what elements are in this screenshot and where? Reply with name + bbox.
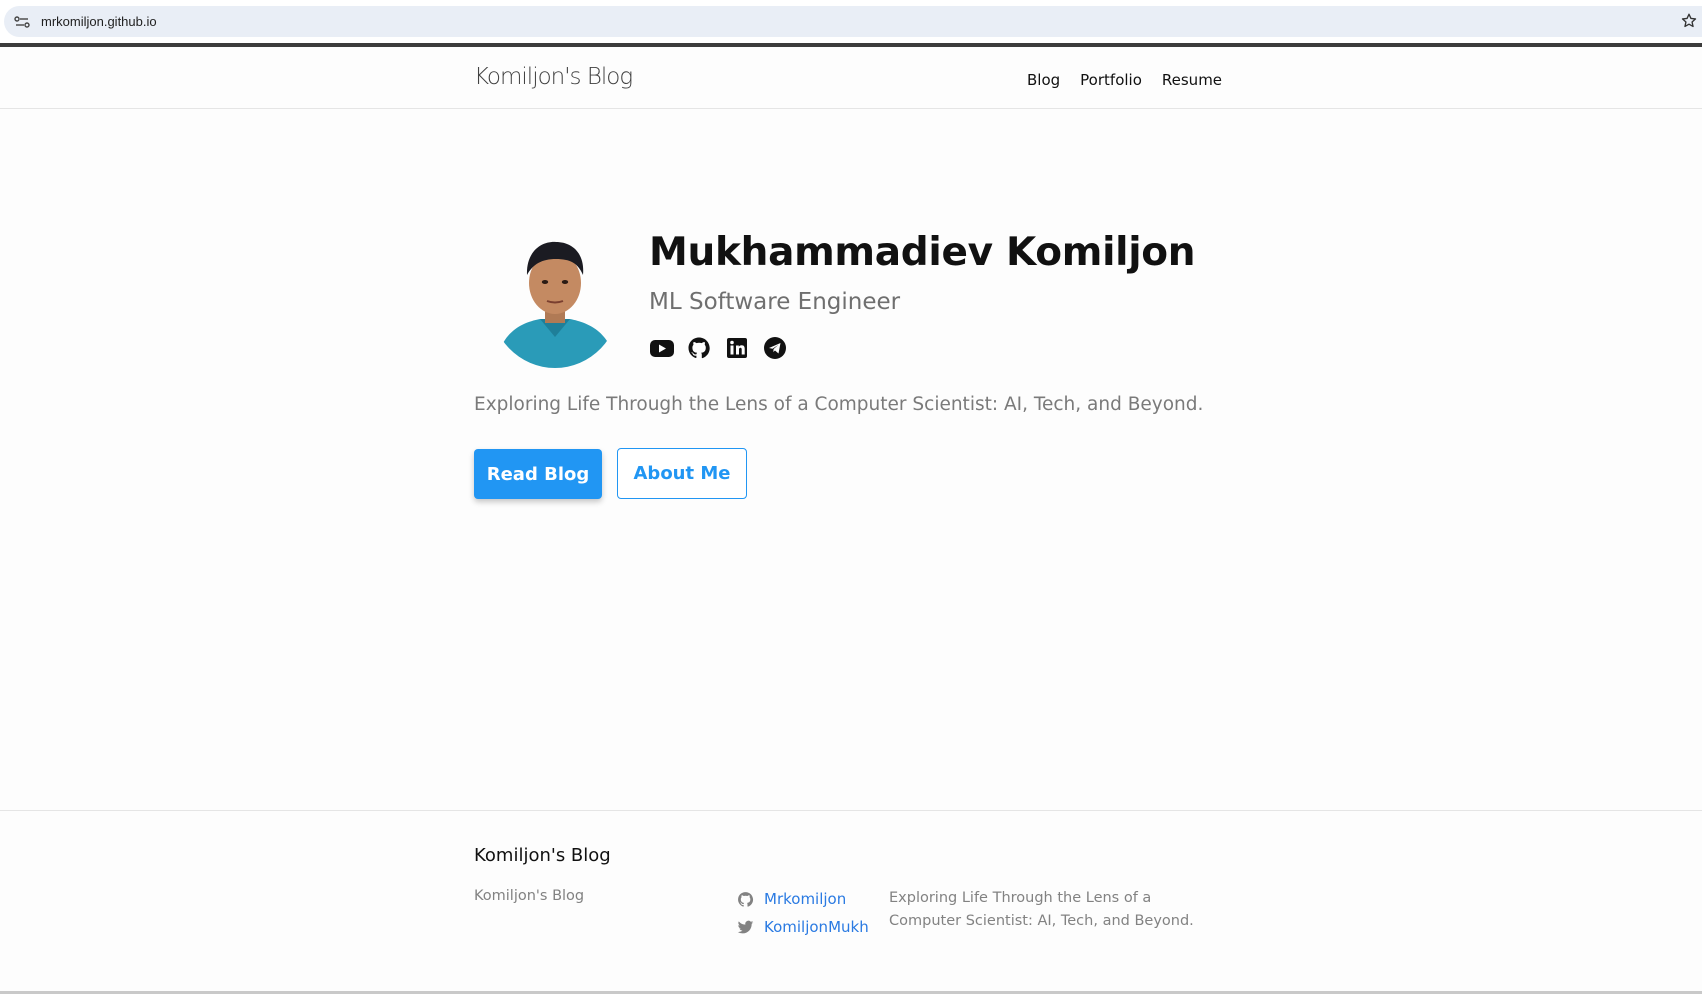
site-info-icon[interactable] (14, 14, 30, 28)
footer-social-links: Mrkomiljon KomiljonMukh (737, 885, 869, 941)
footer-twitter-link[interactable]: KomiljonMukh (764, 918, 869, 936)
footer-subtitle: Komiljon's Blog (474, 888, 585, 904)
social-links (649, 336, 789, 360)
nav-portfolio[interactable]: Portfolio (1080, 71, 1142, 89)
bookmark-star-icon[interactable] (1680, 12, 1698, 30)
nav-blog[interactable]: Blog (1027, 71, 1060, 89)
github-icon[interactable] (687, 336, 713, 360)
twitter-icon (737, 919, 754, 936)
browser-toolbar: mrkomiljon.github.io (0, 0, 1702, 43)
footer-description: Exploring Life Through the Lens of a Com… (889, 890, 1194, 929)
url-text[interactable]: mrkomiljon.github.io (41, 14, 157, 29)
profile-role: ML Software Engineer (649, 289, 901, 315)
github-icon (737, 891, 754, 908)
profile-photo (490, 233, 620, 368)
profile-name: Mukhammadiev Komiljon (649, 230, 1196, 275)
nav-resume[interactable]: Resume (1162, 71, 1222, 89)
site-header: Komiljon's Blog Blog Portfolio Resume (0, 47, 1702, 109)
read-blog-button[interactable]: Read Blog (474, 449, 602, 499)
about-me-button[interactable]: About Me (617, 448, 747, 499)
footer-heading: Komiljon's Blog (474, 845, 611, 866)
address-bar[interactable]: mrkomiljon.github.io (4, 6, 1702, 37)
site-footer: Komiljon's Blog Komiljon's Blog Mrkomilj… (0, 810, 1702, 994)
telegram-icon[interactable] (763, 336, 789, 360)
footer-github-link[interactable]: Mrkomiljon (764, 890, 846, 908)
site-title-link[interactable]: Komiljon's Blog (474, 64, 633, 90)
footer-link-twitter[interactable]: KomiljonMukh (737, 913, 869, 941)
hero-tagline: Exploring Life Through the Lens of a Com… (474, 394, 1204, 415)
linkedin-icon[interactable] (725, 336, 751, 360)
main-nav: Blog Portfolio Resume (1027, 71, 1222, 89)
youtube-icon[interactable] (649, 336, 675, 360)
footer-link-github[interactable]: Mrkomiljon (737, 885, 869, 913)
